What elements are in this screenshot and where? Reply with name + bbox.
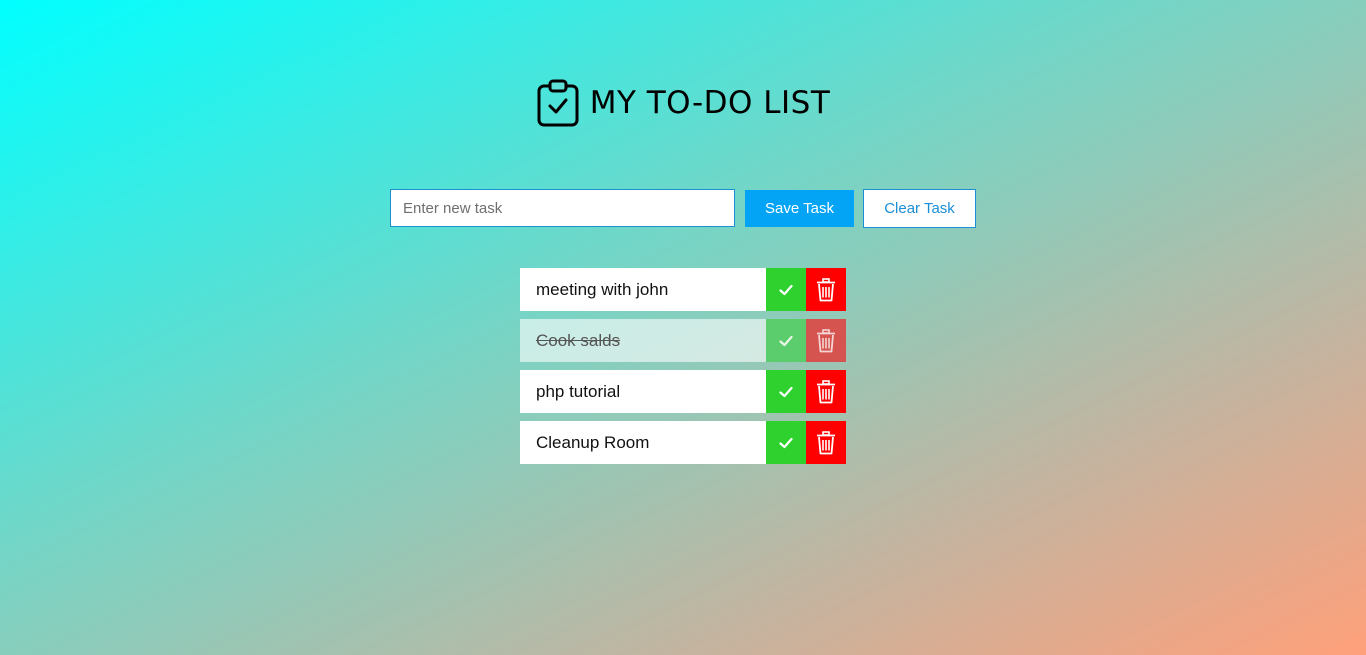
task-text: Cleanup Room: [520, 421, 766, 464]
trash-icon: [817, 277, 835, 301]
page-title: MY TO-DO LIST: [589, 85, 831, 121]
delete-task-button[interactable]: [806, 319, 846, 362]
task-list: meeting with john Cook salds php tutoria…: [520, 268, 846, 472]
header-content: MY TO-DO LIST: [536, 79, 831, 127]
complete-task-button[interactable]: [766, 319, 806, 362]
task-item-completed: Cook salds: [520, 319, 846, 362]
complete-task-button[interactable]: [766, 370, 806, 413]
trash-icon: [817, 430, 835, 454]
task-item: meeting with john: [520, 268, 846, 311]
page-header: MY TO-DO LIST: [0, 79, 1366, 127]
trash-icon: [817, 379, 835, 403]
clear-task-button[interactable]: Clear Task: [863, 189, 976, 228]
check-icon: [779, 335, 793, 346]
delete-task-button[interactable]: [806, 421, 846, 464]
task-item: php tutorial: [520, 370, 846, 413]
task-text: Cook salds: [520, 319, 766, 362]
task-text: php tutorial: [520, 370, 766, 413]
task-item: Cleanup Room: [520, 421, 846, 464]
task-text: meeting with john: [520, 268, 766, 311]
trash-icon: [817, 328, 835, 352]
clipboard-check-icon: [537, 79, 579, 127]
check-icon: [779, 437, 793, 448]
new-task-input[interactable]: [390, 189, 735, 227]
delete-task-button[interactable]: [806, 370, 846, 413]
check-icon: [779, 284, 793, 295]
complete-task-button[interactable]: [766, 268, 806, 311]
check-icon: [779, 386, 793, 397]
save-task-button[interactable]: Save Task: [745, 190, 854, 227]
complete-task-button[interactable]: [766, 421, 806, 464]
delete-task-button[interactable]: [806, 268, 846, 311]
